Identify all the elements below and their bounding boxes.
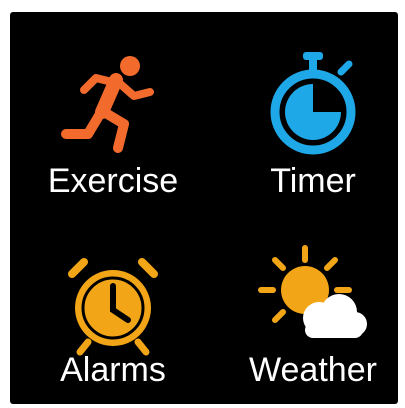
app-launcher-screen: Exercise Timer Alarms Weather [10, 12, 398, 404]
sun-behind-cloud-icon [228, 222, 398, 340]
alarm-clock-icon [28, 222, 198, 356]
app-label-weather: Weather [249, 351, 377, 389]
app-tile-alarms[interactable]: Alarms [28, 222, 198, 397]
app-label-exercise: Exercise [47, 162, 179, 200]
app-tile-exercise[interactable]: Exercise [28, 12, 198, 200]
stopwatch-icon [228, 12, 398, 155]
app-tile-weather[interactable]: Weather [228, 222, 398, 397]
app-label-alarms: Alarms [60, 351, 166, 389]
app-label-timer: Timer [270, 162, 356, 200]
app-tile-timer[interactable]: Timer [228, 12, 398, 200]
running-person-icon [28, 12, 198, 153]
